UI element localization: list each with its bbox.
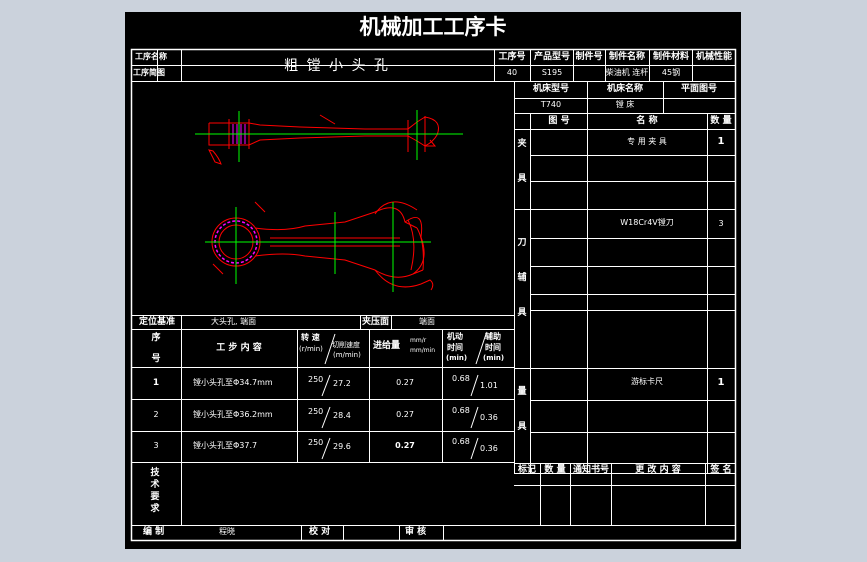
fixture-label-2: 具 (517, 174, 527, 184)
step-cut-speed: 28.4 (333, 411, 351, 420)
machine-model-value: T740 (540, 100, 562, 109)
speed-unit: (r/min) (299, 345, 323, 353)
tech-req-label-4: 求 (150, 504, 160, 514)
product-model-value: S195 (541, 68, 563, 77)
clamping-value: 端面 (419, 317, 435, 326)
step-content-header: 工 步 内 容 (216, 343, 262, 353)
gauge-name: 游标卡尺 (631, 377, 663, 386)
prepared-label: 编 制 (143, 527, 165, 537)
tech-req-label-3: 要 (150, 492, 160, 502)
approved-label: 审 核 (405, 527, 427, 537)
fixture-name: 专 用 夹 具 (627, 137, 667, 146)
aux-time-header: 辅助 (485, 332, 501, 341)
clamping-label: 夹压面 (362, 317, 390, 327)
step-machine-time: 0.68 (452, 374, 470, 383)
aux-time-header-2: 时间 (485, 343, 501, 352)
step-aux-time: 0.36 (480, 444, 498, 453)
step-aux-time: 1.01 (480, 381, 498, 390)
feed-unit-bottom: mm/min (410, 347, 436, 354)
revision-sign-header: 签 名 (710, 465, 732, 475)
step-no-header-top: 序 (151, 333, 161, 343)
step-content: 镗小头孔至Φ36.2mm (193, 410, 273, 419)
card-title: 机械加工工序卡 (359, 15, 507, 39)
cutter-label-2: 辅 (517, 273, 527, 283)
feed-unit-top: mm/r (410, 337, 427, 344)
machine-time-unit: (min) (446, 354, 468, 362)
step-rpm: 250 (308, 375, 324, 384)
step-content: 镗小头孔至Φ34.7mm (193, 378, 273, 387)
revision-qty-header: 数 量 (544, 465, 566, 475)
revision-content-header: 更 改 内 容 (635, 465, 681, 475)
part-material-value: 45钢 (661, 68, 681, 77)
cut-speed-unit: (m/min) (333, 351, 361, 359)
tooling-qty-header: 数 量 (710, 116, 732, 126)
product-model-label: 产品型号 (533, 52, 571, 62)
step-no: 2 (153, 410, 159, 419)
cutter-qty: 3 (718, 219, 724, 228)
checked-label: 校 对 (309, 527, 331, 537)
part-material-label: 制件材料 (652, 52, 690, 62)
tooling-name-header: 名 称 (636, 116, 658, 126)
tooling-drawing-no-header: 图 号 (548, 116, 570, 126)
fixture-qty: 1 (717, 136, 725, 147)
tech-req-label-2: 术 (150, 480, 160, 490)
rod-front-view (211, 201, 434, 291)
cut-speed-header: 切削速度 (332, 341, 360, 349)
step-rpm: 250 (308, 438, 324, 447)
step-no: 1 (152, 378, 160, 388)
mechanical-property-label: 机械性能 (695, 52, 733, 62)
tech-req-label-1: 技 (150, 468, 160, 478)
revision-mark-header: 标记 (517, 465, 537, 475)
part-name-value: 柴油机 连杆 (605, 68, 649, 77)
step-aux-time: 0.36 (480, 413, 498, 422)
plan-drawing-label: 平面图号 (680, 84, 718, 94)
rod-front-centerlines (205, 202, 431, 292)
machine-name-value: 镗 床 (615, 100, 635, 109)
locating-label: 定位基准 (139, 317, 176, 327)
gauge-qty: 1 (717, 377, 725, 388)
gauge-label-2: 具 (517, 422, 527, 432)
step-cut-speed: 29.6 (333, 442, 351, 451)
gauge-label-1: 量 (517, 387, 527, 397)
machine-time-header-2: 时间 (447, 343, 463, 352)
locating-value: 大头孔, 端面 (211, 317, 257, 326)
process-no-value: 40 (506, 68, 518, 77)
part-name-label: 制件名称 (608, 52, 646, 62)
process-no-label: 工序号 (498, 52, 526, 62)
cutter-label-3: 具 (517, 308, 527, 318)
cutter-label-1: 刀 (517, 238, 527, 248)
step-machine-time: 0.68 (452, 437, 470, 446)
step-feed: 0.27 (396, 378, 414, 387)
revision-notice-header: 通知书号 (572, 465, 610, 475)
cutter-name: W18Cr4V镗刀 (620, 218, 674, 227)
step-no: 3 (153, 441, 159, 450)
process-name-value: 粗 镗 小 头 孔 (284, 58, 390, 74)
step-content: 镗小头孔至Φ37.7 (193, 441, 258, 450)
step-no-header-bottom: 号 (151, 354, 161, 364)
feed-header: 进给量 (373, 341, 401, 351)
prepared-value: 程晓 (219, 527, 235, 536)
machine-time-header: 机动 (447, 332, 463, 341)
process-sketch-label: 工序简图 (133, 68, 165, 77)
speed-header: 转 速 (301, 333, 320, 342)
aux-time-unit: (min) (483, 354, 505, 362)
step-machine-time: 0.68 (452, 406, 470, 415)
step-rpm: 250 (308, 407, 324, 416)
rod-side-view (208, 114, 439, 165)
machine-name-label: 机床名称 (606, 84, 644, 94)
step-cut-speed: 27.2 (333, 379, 351, 388)
process-name-label: 工序名称 (135, 52, 167, 61)
process-card-sheet: 机械加工工序卡 工序名称 工序简图 粗 镗 小 头 孔 工序号 产品型号 制件号… (125, 12, 741, 549)
machine-model-label: 机床型号 (532, 84, 570, 94)
step-feed: 0.27 (396, 410, 414, 419)
step-feed: 0.27 (395, 441, 415, 450)
part-no-label: 制件号 (575, 52, 603, 62)
fixture-label-1: 夹 (517, 139, 527, 149)
